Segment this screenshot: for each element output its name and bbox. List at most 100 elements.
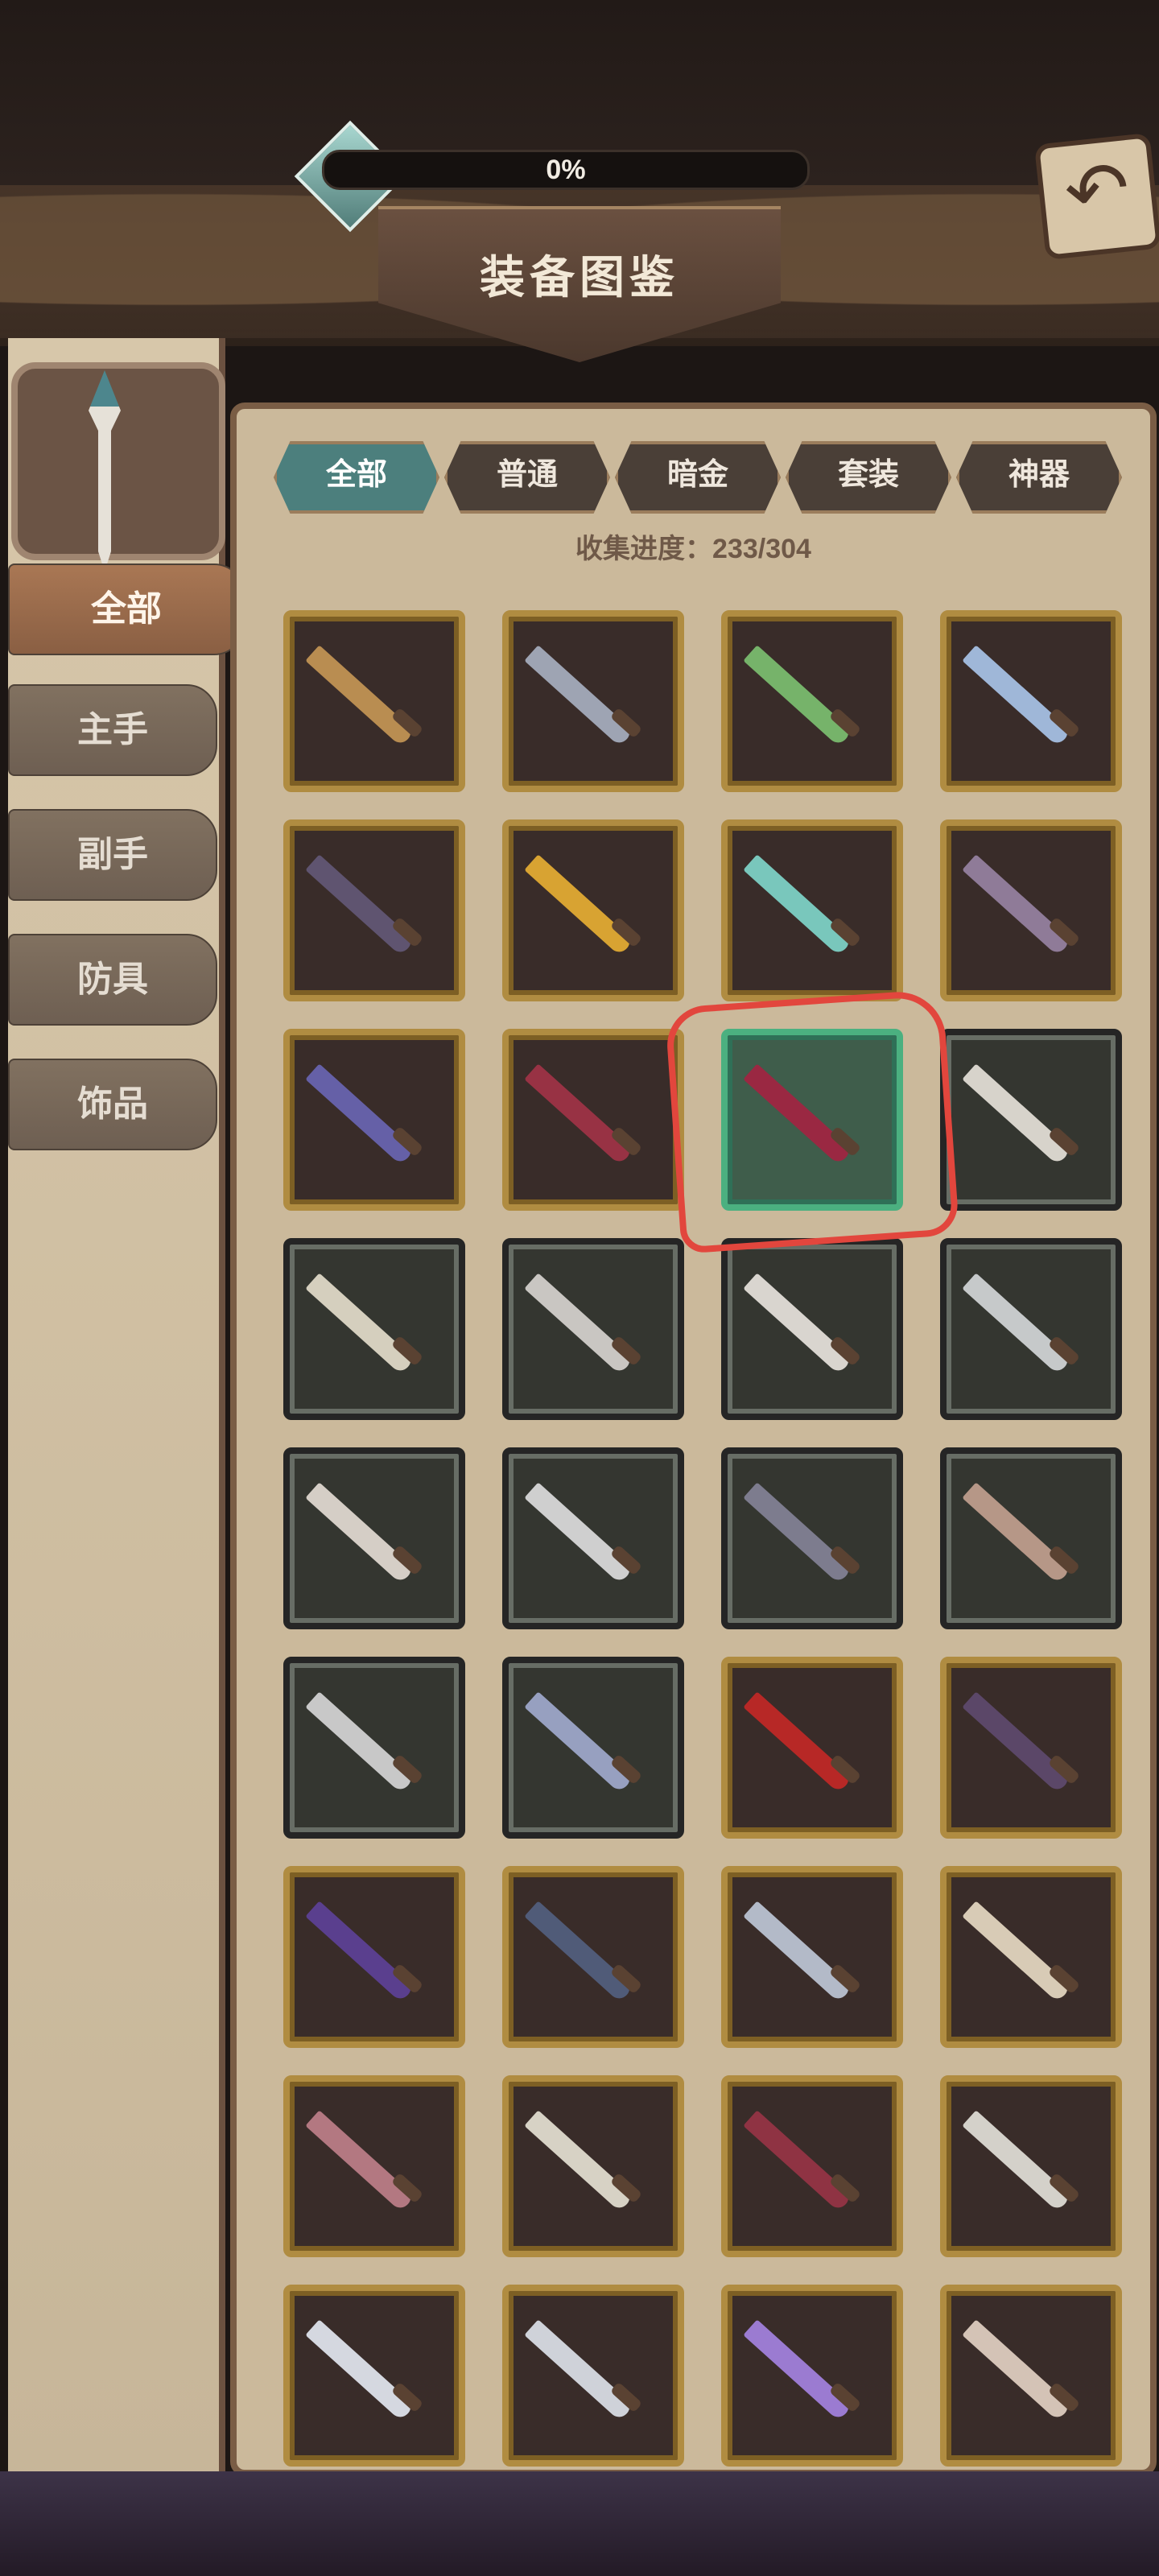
dark-wing-blade-icon <box>305 854 415 956</box>
equipment-slot[interactable] <box>940 1447 1122 1629</box>
tab-all[interactable]: 全部 <box>274 441 439 514</box>
equipment-slot[interactable] <box>721 1447 903 1629</box>
sidebar-item-off-hand[interactable]: 副手 <box>8 809 217 901</box>
tab-label: 神器 <box>1008 458 1070 492</box>
equipment-slot[interactable] <box>502 1238 684 1420</box>
spearhead-icon <box>743 1273 853 1375</box>
overall-progress-bar: 0% <box>322 150 810 190</box>
green-sword-icon <box>743 645 853 747</box>
tab-dark-gold[interactable]: 暗金 <box>615 441 781 514</box>
bat-wing-blade-icon <box>524 1901 634 2003</box>
sidebar-item-main-hand[interactable]: 主手 <box>8 684 217 776</box>
equipment-slot[interactable] <box>940 1657 1122 1839</box>
equipment-slot[interactable] <box>283 2075 465 2257</box>
equipment-slot[interactable] <box>283 1866 465 2048</box>
equipment-slot[interactable] <box>502 819 684 1001</box>
void-sword-icon <box>305 1901 415 2003</box>
progress-text: 0% <box>546 155 586 185</box>
equipment-slot[interactable] <box>721 2285 903 2467</box>
sidebar-item-label: 副手 <box>77 835 148 874</box>
equipment-slot[interactable] <box>940 819 1122 1001</box>
selection-highlight <box>664 989 960 1254</box>
ruby-dagger-icon <box>524 1691 634 1794</box>
equipment-slot[interactable] <box>502 2075 684 2257</box>
tab-normal[interactable]: 普通 <box>444 441 610 514</box>
equipment-slot[interactable] <box>721 1657 903 1839</box>
equipment-slot[interactable] <box>940 2075 1122 2257</box>
equipment-slot[interactable] <box>502 1029 684 1211</box>
bone-dagger-icon <box>305 1482 415 1584</box>
bottom-decoration <box>0 2471 1159 2576</box>
skeleton-blade-icon <box>962 2110 1072 2212</box>
violet-claw-blade-icon <box>305 1063 415 1166</box>
equipment-portrait-frame <box>11 362 225 560</box>
sidebar-item-armor[interactable]: 防具 <box>8 934 217 1026</box>
bronze-scimitar-icon <box>305 1273 415 1375</box>
teal-sword-icon <box>743 854 853 956</box>
hook-blade-icon <box>962 1901 1072 2003</box>
rune-blade-icon <box>305 2110 415 2212</box>
steel-knife-icon <box>524 1482 634 1584</box>
tab-label: 全部 <box>325 458 387 492</box>
category-sidebar <box>8 338 225 2471</box>
ribbed-blade-icon <box>524 2319 634 2421</box>
cleaver-icon <box>962 1273 1072 1375</box>
equipment-slot[interactable] <box>283 610 465 792</box>
tab-set[interactable]: 套装 <box>786 441 951 514</box>
purple-axe-icon <box>962 854 1072 956</box>
silver-scimitar-icon <box>962 1063 1072 1166</box>
sidebar-item-accessory[interactable]: 饰品 <box>8 1059 217 1150</box>
equipment-slot[interactable] <box>721 610 903 792</box>
equipment-slot[interactable] <box>940 1238 1122 1420</box>
rapier-icon <box>743 1901 853 2003</box>
crimson-whip-blade-icon <box>743 2110 853 2212</box>
curved-blade-icon <box>524 645 634 747</box>
rust-knife-icon <box>962 1482 1072 1584</box>
crescent-blade-icon <box>962 2319 1072 2421</box>
ornate-staff-icon <box>305 645 415 747</box>
equipment-slot[interactable] <box>502 610 684 792</box>
sidebar-item-label: 主手 <box>77 710 148 749</box>
equipment-slot[interactable] <box>283 1029 465 1211</box>
chopper-icon <box>743 1482 853 1584</box>
equipment-grid <box>283 610 1122 2467</box>
equipment-slot[interactable] <box>502 1657 684 1839</box>
equipment-slot[interactable] <box>940 2285 1122 2467</box>
equipment-slot[interactable] <box>502 2285 684 2467</box>
back-arrow-icon: ↶ <box>1060 145 1134 237</box>
equipment-slot[interactable] <box>721 1238 903 1420</box>
tab-artifact[interactable]: 神器 <box>956 441 1122 514</box>
equipment-slot[interactable] <box>283 1657 465 1839</box>
flame-spear-icon <box>524 854 634 956</box>
sidebar-item-label: 饰品 <box>77 1084 148 1124</box>
equipment-slot[interactable] <box>283 1447 465 1629</box>
arcane-blade-icon <box>743 2319 853 2421</box>
tab-label: 普通 <box>496 458 558 492</box>
equipment-slot[interactable] <box>721 2075 903 2257</box>
shadow-blade-icon <box>962 1691 1072 1794</box>
tab-label: 暗金 <box>666 458 728 492</box>
equipment-slot[interactable] <box>940 1866 1122 2048</box>
equipment-slot[interactable] <box>721 819 903 1001</box>
blood-star-blade-icon <box>743 1691 853 1794</box>
spiked-dagger-icon <box>524 1273 634 1375</box>
equipment-slot[interactable] <box>721 1866 903 2048</box>
equipment-panel: 全部 普通 暗金 套装 神器 收集进度：233/304 <box>230 402 1157 2476</box>
serrated-knife-icon <box>305 1691 415 1794</box>
sidebar-item-label: 防具 <box>77 960 148 999</box>
sidebar-item-label: 全部 <box>91 589 162 629</box>
equipment-slot[interactable] <box>502 1866 684 2048</box>
collection-progress: 收集进度：233/304 <box>575 534 811 564</box>
crystal-sword-icon <box>962 645 1072 747</box>
sidebar-item-all[interactable]: 全部 <box>8 564 245 655</box>
equipment-slot[interactable] <box>940 610 1122 792</box>
filter-tabs: 全部 普通 暗金 套装 神器 <box>274 441 1127 514</box>
equipment-slot[interactable] <box>283 1238 465 1420</box>
equipment-slot[interactable] <box>940 1029 1122 1211</box>
back-button[interactable]: ↶ <box>1033 132 1159 261</box>
equipment-slot[interactable] <box>283 819 465 1001</box>
page-title: 装备图鉴 <box>480 252 679 303</box>
equipment-slot[interactable] <box>502 1447 684 1629</box>
equipment-slot[interactable] <box>283 2285 465 2467</box>
crimson-saw-blade-icon <box>524 1063 634 1166</box>
